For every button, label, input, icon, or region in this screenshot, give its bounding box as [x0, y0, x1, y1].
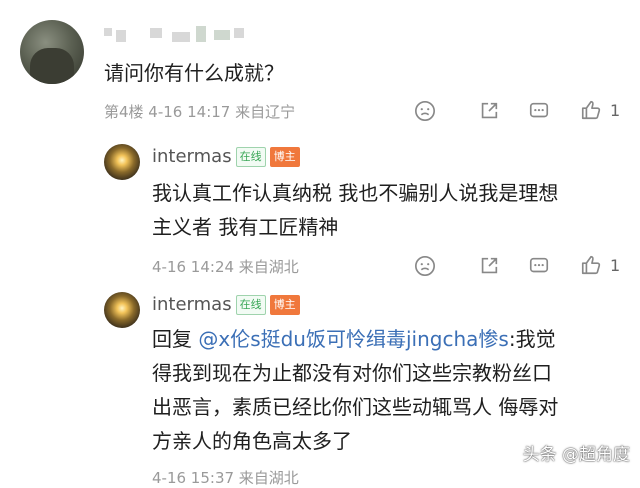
watermark: 头条 @超角度	[522, 445, 630, 465]
online-badge: 在线	[235, 147, 266, 167]
emoji-icon[interactable]	[414, 255, 436, 277]
reply-header: intermas 在线 博主	[152, 294, 300, 315]
reply-text-line: 回复 @x伦s挺du饭可怜缉毒jingcha惨s:我觉	[152, 322, 632, 356]
reply-meta: 4-16 15:37 来自湖北	[152, 469, 299, 487]
reply-text: 我认真工作认真纳税 我也不骗别人说我是理想 主义者 我有工匠精神	[152, 176, 632, 244]
reply-username[interactable]: intermas	[152, 146, 232, 167]
emoji-icon[interactable]	[414, 100, 436, 122]
reply-prefix: 回复	[152, 327, 199, 351]
thumbs-up-icon[interactable]	[580, 99, 602, 121]
blogger-avatar[interactable]	[104, 292, 140, 328]
blogger-badge: 博主	[269, 295, 300, 315]
share-icon[interactable]	[478, 100, 500, 122]
comment-icon[interactable]	[528, 100, 550, 122]
reply-header: intermas 在线 博主	[152, 146, 300, 167]
online-badge: 在线	[235, 295, 266, 315]
reply-meta: 4-16 14:24 来自湖北	[152, 258, 299, 276]
comment-icon[interactable]	[528, 255, 550, 277]
share-icon[interactable]	[478, 255, 500, 277]
blogger-badge: 博主	[269, 147, 300, 167]
reply-username[interactable]: intermas	[152, 294, 232, 315]
comment-meta: 第4楼 4-16 14:17 来自辽宁	[104, 103, 296, 121]
comment-text: 请问你有什么成就？	[104, 61, 284, 85]
thumbs-up-icon[interactable]	[580, 254, 602, 276]
mention-link[interactable]: @x伦s挺du饭可怜缉毒jingcha惨s	[198, 327, 508, 351]
reply-text-line: 主义者 我有工匠精神	[152, 215, 339, 239]
like-count: 1	[610, 101, 621, 120]
reply-text-line: 得我到现在为止都没有对你们这些宗教粉丝口	[152, 361, 552, 385]
reply-text-line: 出恶言，素质已经比你们这些动辄骂人 侮辱对	[152, 395, 559, 419]
blogger-avatar[interactable]	[104, 144, 140, 180]
reply-text: 回复 @x伦s挺du饭可怜缉毒jingcha惨s:我觉 得我到现在为止都没有对你…	[152, 322, 632, 458]
commenter-avatar[interactable]	[20, 20, 84, 84]
reply-text-fragment: :我觉	[508, 327, 556, 351]
reply-text-line: 我认真工作认真纳税 我也不骗别人说我是理想	[152, 181, 559, 205]
like-count: 1	[610, 256, 621, 275]
